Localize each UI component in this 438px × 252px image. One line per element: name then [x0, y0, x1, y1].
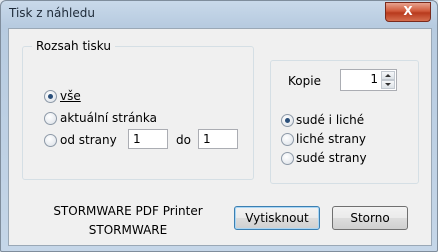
radio-odd-pages[interactable] [281, 133, 294, 146]
close-icon: X [403, 4, 413, 18]
radio-current-page-label[interactable]: aktuální stránka [60, 111, 157, 125]
from-page-input[interactable]: 1 [128, 129, 168, 149]
window-title: Tisk z náhledu [9, 6, 95, 20]
print-range-legend: Rozsah tisku [32, 39, 115, 53]
radio-from-page[interactable] [44, 134, 57, 147]
radio-odd-pages-label[interactable]: liché strany [296, 132, 366, 146]
radio-current-page[interactable] [44, 112, 57, 125]
radio-even-pages[interactable] [281, 152, 294, 165]
radio-from-page-label[interactable]: od strany [60, 133, 117, 147]
to-page-label: do [176, 133, 191, 147]
radio-all-label[interactable]: vše [60, 89, 81, 103]
copies-spinner[interactable]: 1 [340, 69, 397, 91]
close-button[interactable]: X [385, 2, 431, 22]
printer-vendor: STORMWARE [88, 223, 168, 237]
radio-even-and-odd-label[interactable]: sudé i liché [296, 113, 364, 127]
spin-down-icon[interactable] [381, 80, 395, 89]
spin-up-icon[interactable] [381, 71, 395, 80]
copies-label: Kopie [288, 74, 321, 88]
cancel-button[interactable]: Storno [332, 206, 408, 230]
print-button[interactable]: Vytisknout [234, 206, 320, 230]
copies-value[interactable]: 1 [370, 72, 378, 86]
radio-even-pages-label[interactable]: sudé strany [296, 151, 367, 165]
radio-even-and-odd[interactable] [281, 114, 294, 127]
printer-info: STORMWARE PDF Printer STORMWARE [40, 202, 216, 240]
printer-name: STORMWARE PDF Printer [53, 204, 203, 218]
radio-all[interactable] [44, 90, 57, 103]
title-bar[interactable]: Tisk z náhledu X [1, 1, 437, 27]
to-page-input[interactable]: 1 [198, 129, 238, 149]
